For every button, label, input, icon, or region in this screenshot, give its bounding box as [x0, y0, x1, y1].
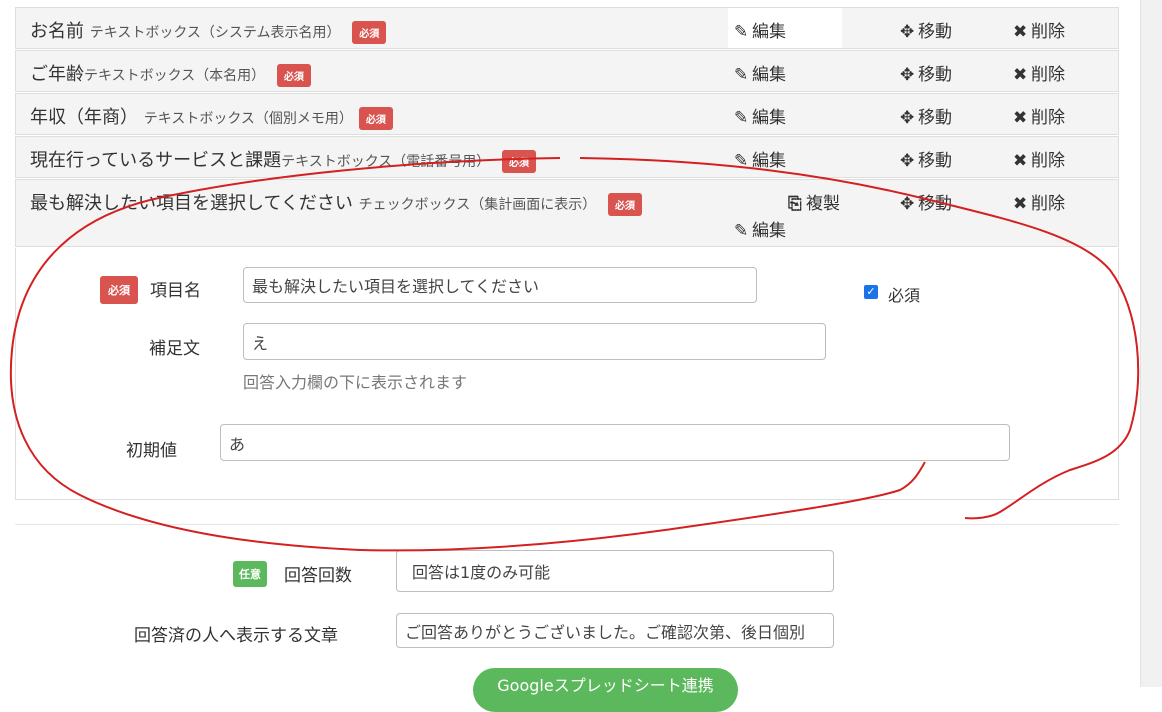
required-checkbox-label: 必須: [888, 286, 921, 305]
optional-badge: 任意: [233, 561, 267, 587]
required-badge: 必須: [276, 63, 311, 87]
item-name-input[interactable]: 最も解決したい項目を選択してください: [243, 267, 757, 303]
default-value-input[interactable]: あ: [220, 424, 1010, 461]
edit-button[interactable]: ✎ 編集: [734, 17, 786, 42]
field-row: ご年齢テキストボックス（本名用） 必須 ✎ 編集 ✥ 移動 ✖ 削除: [15, 50, 1119, 92]
move-icon: ✥: [900, 194, 915, 214]
field-label: 現在行っているサービスと課題: [30, 150, 282, 171]
field-title: 年収（年商） テキストボックス（個別メモ用） 必須: [30, 103, 393, 130]
field-row: 現在行っているサービスと課題テキストボックス（電話番号用） 必須 ✎ 編集 ✥ 移動…: [15, 136, 1119, 178]
delete-label: 削除: [1031, 108, 1065, 128]
field-label: 最も解決したい項目を選択してください: [30, 193, 353, 214]
field-list: お名前 テキストボックス（システム表示名用） 必須 ✎ 編集 ✥ 移動 ✖ 削除 ご年…: [15, 7, 1119, 500]
edit-button[interactable]: ✎ 編集: [734, 146, 786, 171]
edit-label: 編集: [752, 22, 786, 42]
move-button[interactable]: ✥ 移動: [900, 189, 952, 214]
move-label: 移動: [918, 22, 952, 42]
move-button[interactable]: ✥ 移動: [900, 60, 952, 85]
close-icon: ✖: [1013, 108, 1028, 128]
edit-button[interactable]: ✎ 編集: [734, 103, 786, 128]
edit-button[interactable]: ✎ 編集: [734, 60, 786, 85]
delete-button[interactable]: ✖ 削除: [1013, 189, 1065, 214]
move-label: 移動: [918, 194, 952, 214]
copy-label: 複製: [806, 194, 840, 214]
item-name-label: 項目名: [150, 281, 201, 301]
answer-count-select[interactable]: 回答は1度のみ可能: [396, 550, 834, 592]
move-button[interactable]: ✥ 移動: [900, 17, 952, 42]
required-badge: 必須: [502, 149, 537, 173]
field-type: テキストボックス（システム表示名用）: [89, 25, 341, 41]
move-icon: ✥: [900, 65, 915, 85]
move-icon: ✥: [900, 108, 915, 128]
pencil-icon: ✎: [734, 221, 749, 241]
field-title: お名前 テキストボックス（システム表示名用） 必須: [30, 17, 387, 44]
delete-button[interactable]: ✖ 削除: [1013, 17, 1065, 42]
required-badge: 必須: [358, 106, 393, 130]
delete-button[interactable]: ✖ 削除: [1013, 103, 1065, 128]
close-icon: ✖: [1013, 22, 1028, 42]
move-label: 移動: [918, 65, 952, 85]
pencil-icon: ✎: [734, 22, 749, 42]
edit-label: 編集: [752, 151, 786, 171]
required-badge: 必須: [100, 276, 138, 304]
answered-message-label: 回答済の人へ表示する文章: [134, 626, 338, 646]
move-icon: ✥: [900, 22, 915, 42]
copy-icon: ⎘: [788, 194, 802, 214]
close-icon: ✖: [1013, 151, 1028, 171]
note-input[interactable]: え: [243, 323, 826, 360]
field-type: テキストボックス（個別メモ用）: [143, 111, 353, 127]
field-label: お名前: [30, 21, 84, 42]
move-label: 移動: [918, 108, 952, 128]
field-type: テキストボックス（電話番号用）: [281, 154, 491, 170]
close-icon: ✖: [1013, 65, 1028, 85]
edit-label: 編集: [752, 108, 786, 128]
note-label: 補足文: [149, 339, 200, 359]
required-checkbox[interactable]: ✓: [864, 285, 878, 299]
required-badge: 必須: [607, 192, 642, 216]
field-title: ご年齢テキストボックス（本名用） 必須: [30, 60, 311, 87]
edit-button[interactable]: ✎ 編集: [734, 216, 786, 241]
google-sheets-link-button[interactable]: Googleスプレッドシート連携: [473, 668, 738, 712]
field-type: テキストボックス（本名用）: [84, 68, 266, 84]
delete-button[interactable]: ✖ 削除: [1013, 146, 1065, 171]
delete-label: 削除: [1031, 151, 1065, 171]
field-title: 現在行っているサービスと課題テキストボックス（電話番号用） 必須: [30, 146, 537, 173]
default-value-label: 初期値: [126, 441, 177, 461]
scrollbar[interactable]: [1140, 0, 1162, 687]
move-icon: ✥: [900, 151, 915, 171]
move-button[interactable]: ✥ 移動: [900, 103, 952, 128]
delete-label: 削除: [1031, 22, 1065, 42]
delete-label: 削除: [1031, 65, 1065, 85]
delete-label: 削除: [1031, 194, 1065, 214]
field-row: 年収（年商） テキストボックス（個別メモ用） 必須 ✎ 編集 ✥ 移動 ✖ 削除: [15, 93, 1119, 135]
answer-count-label: 回答回数: [284, 566, 352, 586]
field-row-active: 最も解決したい項目を選択してください チェックボックス（集計画面に表示） 必須 …: [15, 179, 1119, 247]
required-badge: 必須: [352, 20, 387, 44]
edit-label: 編集: [752, 221, 786, 241]
field-type: チェックボックス（集計画面に表示）: [358, 197, 597, 213]
edit-label: 編集: [752, 65, 786, 85]
move-label: 移動: [918, 151, 952, 171]
answered-message-input[interactable]: ご回答ありがとうございました。ご確認次第、後日個別: [396, 613, 834, 648]
field-label: ご年齢: [30, 64, 84, 85]
field-label: 年収（年商）: [30, 107, 138, 128]
pencil-icon: ✎: [734, 151, 749, 171]
move-button[interactable]: ✥ 移動: [900, 146, 952, 171]
field-title: 最も解決したい項目を選択してください チェックボックス（集計画面に表示） 必須: [30, 189, 642, 216]
pencil-icon: ✎: [734, 65, 749, 85]
note-help-text: 回答入力欄の下に表示されます: [243, 373, 468, 392]
divider: [15, 524, 1119, 525]
close-icon: ✖: [1013, 194, 1028, 214]
field-editor-panel: 必須 項目名 最も解決したい項目を選択してください ✓ 必須 補足文 え 回答入…: [15, 248, 1119, 500]
field-row: お名前 テキストボックス（システム表示名用） 必須 ✎ 編集 ✥ 移動 ✖ 削除: [15, 7, 1119, 49]
pencil-icon: ✎: [734, 108, 749, 128]
copy-button[interactable]: ⎘ 複製: [788, 189, 840, 214]
delete-button[interactable]: ✖ 削除: [1013, 60, 1065, 85]
